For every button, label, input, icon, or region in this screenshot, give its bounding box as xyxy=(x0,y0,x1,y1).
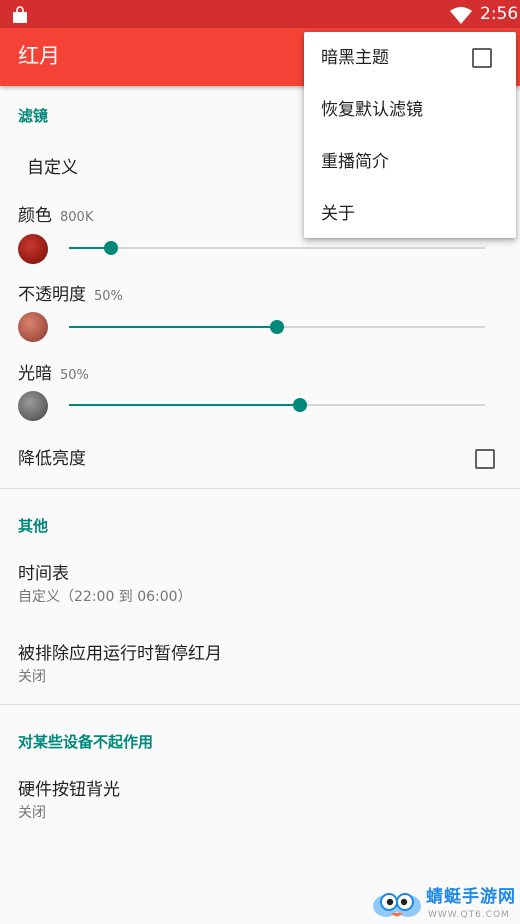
dark-theme-checkbox[interactable] xyxy=(472,48,492,68)
section-divider xyxy=(0,488,520,489)
button-backlight-title[interactable]: 硬件按钮背光 xyxy=(18,779,120,801)
opacity-slider-thumb[interactable] xyxy=(270,320,284,334)
menu-item-about[interactable]: 关于 xyxy=(304,188,516,240)
exclude-apps-summary: 关闭 xyxy=(18,669,46,685)
overflow-menu: 暗黑主题 恢复默认滤镜 重播简介 关于 xyxy=(304,32,516,238)
menu-item-label: 恢复默认滤镜 xyxy=(321,100,423,120)
status-bar: 2:56 xyxy=(0,0,520,28)
filter-section-header: 滤镜 xyxy=(18,107,49,125)
menu-item-replay-intro[interactable]: 重播简介 xyxy=(304,136,516,188)
menu-item-restore-default-filter[interactable]: 恢复默认滤镜 xyxy=(304,84,516,136)
color-moon-icon xyxy=(18,234,48,264)
opacity-moon-icon xyxy=(18,312,48,342)
watermark-name: 蜻蜓手游网 xyxy=(426,887,516,907)
filter-preset-select[interactable]: 自定义 xyxy=(27,157,78,179)
dim-label: 光暗 50% xyxy=(18,363,89,387)
schedule-title[interactable]: 时间表 xyxy=(18,563,69,585)
dim-label-text: 光暗 xyxy=(18,364,52,384)
other-section-header: 其他 xyxy=(18,517,49,535)
dim-slider-thumb[interactable] xyxy=(292,398,307,412)
opacity-value: 50% xyxy=(94,289,123,304)
section-divider xyxy=(0,704,520,705)
app-title: 红月 xyxy=(18,44,60,68)
color-slider-track xyxy=(69,247,485,249)
menu-item-label: 暗黑主题 xyxy=(321,48,389,68)
color-slider-thumb[interactable] xyxy=(103,241,118,255)
schedule-summary: 自定义（22:00 到 06:00） xyxy=(18,589,192,605)
wifi-icon xyxy=(450,6,472,28)
menu-item-label: 重播简介 xyxy=(321,152,389,172)
status-time: 2:56 xyxy=(480,4,519,24)
lower-brightness-checkbox[interactable] xyxy=(475,449,495,469)
dim-slider[interactable] xyxy=(69,395,485,415)
color-value: 800K xyxy=(60,210,94,225)
menu-item-label: 关于 xyxy=(321,204,355,224)
dragonfly-logo-icon xyxy=(372,884,422,924)
shopping-bag-icon xyxy=(11,6,29,28)
menu-item-dark-theme[interactable]: 暗黑主题 xyxy=(304,32,516,84)
opacity-label-text: 不透明度 xyxy=(18,285,86,305)
watermark-url: WWW.QT6.COM xyxy=(428,910,510,920)
dim-value: 50% xyxy=(60,368,89,383)
exclude-apps-title[interactable]: 被排除应用运行时暂停红月 xyxy=(18,643,222,665)
color-label-text: 颜色 xyxy=(18,206,52,226)
device-section-header: 对某些设备不起作用 xyxy=(18,733,154,751)
button-backlight-summary: 关闭 xyxy=(18,805,46,821)
color-slider[interactable] xyxy=(69,238,485,258)
opacity-slider[interactable] xyxy=(69,317,485,337)
color-label: 颜色 800K xyxy=(18,205,93,229)
lower-brightness-label: 降低亮度 xyxy=(18,449,86,469)
opacity-label: 不透明度 50% xyxy=(18,284,123,308)
watermark: 蜻蜓手游网 WWW.QT6.COM xyxy=(372,884,520,924)
dim-slider-fill xyxy=(69,404,300,406)
opacity-slider-fill xyxy=(69,326,277,328)
dim-moon-icon xyxy=(18,391,48,421)
